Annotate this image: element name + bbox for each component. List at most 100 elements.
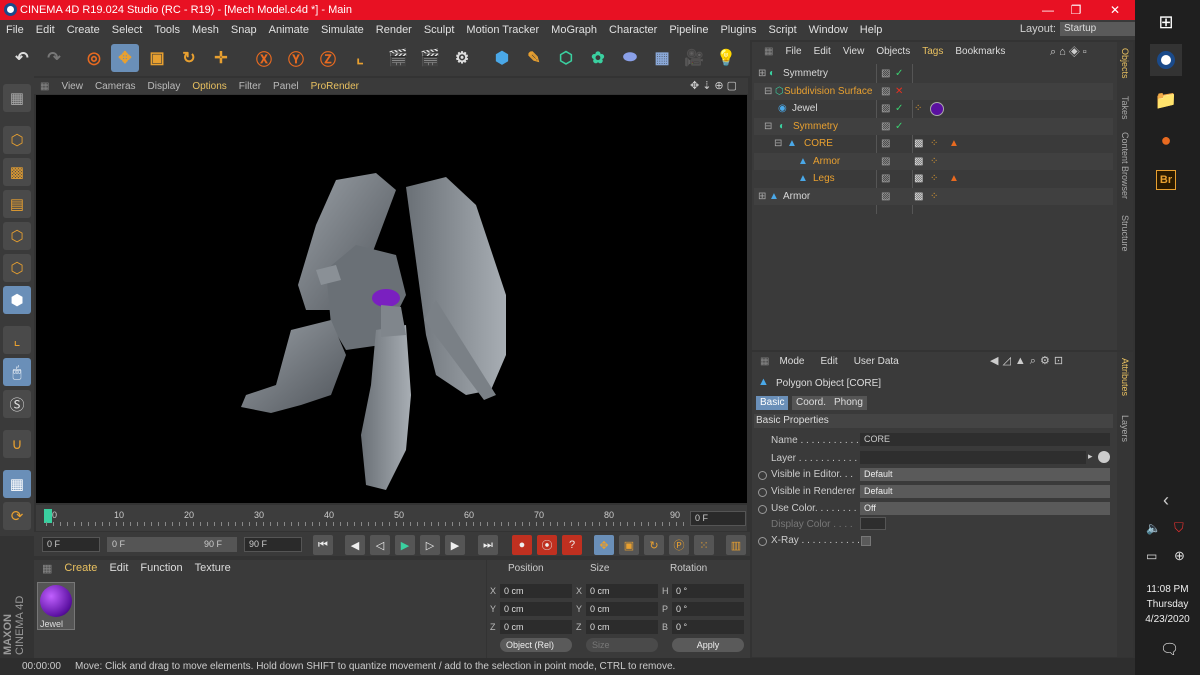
- workplane-lock-icon[interactable]: ▦: [3, 470, 31, 498]
- y-axis-lock-icon[interactable]: Ⓨ: [282, 44, 310, 72]
- tab-layers[interactable]: Layers: [1120, 415, 1130, 442]
- menu-mograph[interactable]: MoGraph: [545, 24, 603, 36]
- next-key-icon[interactable]: ▶: [445, 535, 465, 555]
- material-tag-icon[interactable]: [930, 101, 944, 116]
- network-globe-icon[interactable]: ⊕: [1174, 548, 1185, 564]
- material-swatch[interactable]: Jewel: [37, 582, 75, 630]
- texture-tag-icon[interactable]: ▩: [914, 156, 923, 167]
- material-menu-edit[interactable]: Edit: [103, 562, 134, 575]
- z-axis-lock-icon[interactable]: Ⓩ: [314, 44, 342, 72]
- menu-window[interactable]: Window: [803, 24, 854, 36]
- menu-snap[interactable]: Snap: [225, 24, 263, 36]
- menu-script[interactable]: Script: [763, 24, 803, 36]
- warning-tag-icon[interactable]: ▲: [949, 138, 959, 149]
- animate-radio[interactable]: [758, 505, 767, 514]
- viewport-nav-icons[interactable]: ✥⇣⊕▢: [690, 79, 740, 92]
- tab-content-browser[interactable]: Content Browser: [1120, 132, 1130, 199]
- tweak-mode-icon[interactable]: 🖱: [3, 358, 31, 386]
- menu-create[interactable]: Create: [61, 24, 106, 36]
- security-shield-icon[interactable]: ⛉: [1174, 520, 1184, 536]
- viewport-menu-options[interactable]: Options: [186, 81, 232, 92]
- goto-end-icon[interactable]: ⏭: [478, 535, 498, 555]
- texture-tag-icon[interactable]: ▩: [914, 173, 923, 184]
- obj-menu-file[interactable]: File: [779, 46, 807, 57]
- cube-primitive-icon[interactable]: ⬢: [488, 44, 516, 72]
- attr-tab-coord[interactable]: Coord.: [792, 396, 831, 410]
- close-button[interactable]: ✕: [1095, 0, 1135, 20]
- key-rotation-icon[interactable]: ↻: [644, 535, 664, 555]
- material-menu-texture[interactable]: Texture: [189, 562, 237, 575]
- next-frame-icon[interactable]: ▷: [420, 535, 440, 555]
- volume-icon[interactable]: 🔈: [1146, 521, 1161, 535]
- position-x-field[interactable]: 0 cm: [500, 584, 572, 598]
- subdivision-surface-icon[interactable]: ⬡: [552, 44, 580, 72]
- undo-icon[interactable]: ↶: [8, 44, 36, 72]
- cloner-icon[interactable]: ✿: [584, 44, 612, 72]
- object-row[interactable]: ⊟ ▲ CORE ▨ ▩ ⁘ ▲: [754, 135, 1113, 152]
- render-view-icon[interactable]: 🎬: [384, 44, 412, 72]
- file-explorer-icon[interactable]: 📁: [1150, 84, 1182, 116]
- attr-menu-edit[interactable]: Edit: [812, 356, 845, 367]
- object-row[interactable]: ⊞ ▲ Armor ▨ ▩ ⁘: [754, 188, 1113, 205]
- frame-range-slider[interactable]: 0 F 90 F: [107, 537, 237, 552]
- position-z-field[interactable]: 0 cm: [500, 620, 572, 634]
- viewport-menu-view[interactable]: View: [55, 81, 89, 92]
- object-row[interactable]: ◉ Jewel ▨ ✓ ⁘: [754, 100, 1113, 117]
- visibility-check-icon[interactable]: ✓: [895, 103, 903, 114]
- tab-takes[interactable]: Takes: [1120, 96, 1130, 120]
- cinema4d-taskbar-icon[interactable]: [1150, 44, 1182, 76]
- x-axis-lock-icon[interactable]: Ⓧ: [250, 44, 278, 72]
- menu-edit[interactable]: Edit: [30, 24, 61, 36]
- scale-tool-icon[interactable]: ▣: [143, 44, 171, 72]
- texture-mode-icon[interactable]: ▩: [3, 158, 31, 186]
- menu-sculpt[interactable]: Sculpt: [418, 24, 461, 36]
- attr-menu-user-data[interactable]: User Data: [846, 356, 907, 367]
- notifications-icon[interactable]: 🗨: [1160, 640, 1179, 658]
- material-menu-create[interactable]: Create: [58, 562, 103, 575]
- obj-menu-objects[interactable]: Objects: [870, 46, 916, 57]
- obj-menu-tags[interactable]: Tags: [916, 46, 949, 57]
- menu-simulate[interactable]: Simulate: [315, 24, 370, 36]
- viewport-menu-cameras[interactable]: Cameras: [89, 81, 142, 92]
- menu-character[interactable]: Character: [603, 24, 663, 36]
- attr-tab-basic[interactable]: Basic: [756, 396, 789, 410]
- size-y-field[interactable]: 0 cm: [586, 602, 658, 616]
- obj-menu-edit[interactable]: Edit: [808, 46, 837, 57]
- tab-attributes[interactable]: Attributes: [1120, 358, 1130, 396]
- expand-icon[interactable]: ⊞: [758, 191, 766, 202]
- key-parameter-icon[interactable]: Ⓟ: [669, 535, 689, 555]
- floor-environment-icon[interactable]: ▦: [648, 44, 676, 72]
- workplane-mode-icon[interactable]: ▤: [3, 190, 31, 218]
- firefox-icon[interactable]: ●: [1150, 124, 1182, 156]
- current-frame-field[interactable]: 0 F: [690, 511, 746, 526]
- model-mode-icon[interactable]: ⬡: [3, 126, 31, 154]
- visibility-check-icon[interactable]: ✓: [895, 121, 903, 132]
- phong-tag-icon[interactable]: ⁘: [930, 156, 938, 167]
- record-keys-icon[interactable]: ●: [512, 535, 532, 555]
- texture-tag-icon[interactable]: ▩: [914, 138, 923, 149]
- display-color-swatch[interactable]: [860, 517, 886, 530]
- play-icon[interactable]: ▶: [395, 535, 415, 555]
- render-picture-viewer-icon[interactable]: 🎬: [416, 44, 444, 72]
- points-mode-icon[interactable]: ⬡: [3, 222, 31, 250]
- keyframe-selection-icon[interactable]: ?: [562, 535, 582, 555]
- menu-pipeline[interactable]: Pipeline: [663, 24, 714, 36]
- tab-objects[interactable]: Objects: [1120, 48, 1130, 79]
- name-field[interactable]: CORE: [860, 433, 1110, 446]
- pen-spline-icon[interactable]: ✎: [520, 44, 548, 72]
- animate-radio[interactable]: [758, 471, 767, 480]
- timeline-ruler[interactable]: 0 10 20 30 40 50 60 70 80 90 0 F: [36, 505, 747, 531]
- quantize-icon[interactable]: ⟳: [3, 502, 31, 530]
- autokey-icon[interactable]: ⦿: [537, 535, 557, 555]
- maximize-button[interactable]: ❐: [1056, 0, 1096, 20]
- visibility-check-icon[interactable]: ✓: [895, 68, 903, 79]
- phong-tag-icon[interactable]: ⁘: [930, 173, 938, 184]
- timeline-window-icon[interactable]: ▥: [726, 535, 746, 555]
- obj-menu-bookmarks[interactable]: Bookmarks: [949, 46, 1011, 57]
- camera-icon[interactable]: 🎥: [680, 44, 708, 72]
- viewport-menu-prorender[interactable]: ProRender: [305, 81, 365, 92]
- collapse-icon[interactable]: ⊟: [764, 121, 772, 132]
- object-row[interactable]: ▲ Legs ▨ ▩ ⁘ ▲: [754, 170, 1113, 187]
- phong-tag-icon[interactable]: ⁘: [930, 191, 938, 202]
- system-clock[interactable]: 11:08 PM Thursday 4/23/2020: [1135, 582, 1200, 627]
